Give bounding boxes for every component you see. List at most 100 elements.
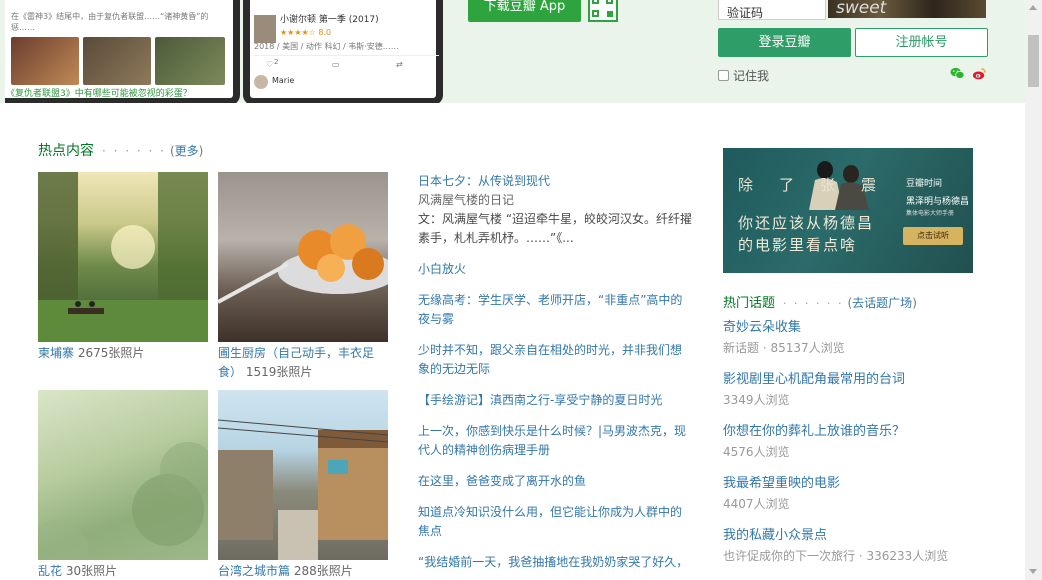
ad-headline-chars: 除了张震 <box>738 176 903 194</box>
show-title: 小谢尔顿 第一季 (2017) <box>280 15 379 25</box>
article-item: 小白放火 <box>418 260 693 279</box>
album-caption: 柬埔寨 2675张照片 <box>38 344 208 363</box>
download-app-button[interactable]: 下载豆瓣 App <box>468 0 581 22</box>
page-scrollbar[interactable] <box>1025 0 1042 580</box>
article-excerpt: 文：风满屋气楼 “迢迢牵牛星，皎皎河汉女。纤纤擢素手，札札弄机杼。……”《... <box>418 212 693 245</box>
separator-dots: · · · · · · <box>783 297 844 310</box>
app-promo-banner: 在《雷神3》结尾中，由于复仇者联盟……“诸神黄昏”的惩…… 《复仇者联盟3》中有… <box>0 0 1025 103</box>
article-item: 上一次，你感到快乐是什么时候？|马男波杰克，现代人的精神创伤病理手册 <box>418 422 693 460</box>
like-count: 2 <box>274 58 279 66</box>
weibo-icon[interactable] <box>972 66 987 81</box>
topic-meta: 3349人浏览 <box>723 393 790 407</box>
topics-square-link[interactable]: 去话题广场 <box>852 294 912 311</box>
comment-icon: ▭ <box>332 60 340 69</box>
paren-close: ) <box>912 296 917 310</box>
album-photo[interactable] <box>218 390 388 560</box>
album-name[interactable]: 柬埔寨 <box>38 346 74 360</box>
phone-mockup-right: 小谢尔顿 第一季 (2017) ★★★★☆ 8.0 2018 / 美国 / 动作… <box>243 0 443 103</box>
login-button[interactable]: 登录豆瓣 <box>718 28 851 57</box>
article-title[interactable]: 在这里，爸爸变成了离开水的鱼 <box>418 472 693 491</box>
album-caption: 圃生厨房（自己动手，丰衣足食） 1519张照片 <box>218 344 388 382</box>
ad-desc-1: 黑泽明与杨德昌 <box>906 197 970 207</box>
like-icon: ♡ <box>266 60 274 69</box>
article-item: 少时并不知，跟父亲自在相处的时光，并非我们想象的无边无际 <box>418 341 693 379</box>
album-name[interactable]: 台湾之城市篇 <box>218 564 290 578</box>
ad-desc-2: 集体电影大师手册 <box>906 210 955 217</box>
article-title[interactable]: 小白放火 <box>418 260 693 279</box>
topic-item: 影视剧里心机配角最常用的台词 3349人浏览 <box>723 370 983 422</box>
article-title[interactable]: 少时并不知，跟父亲自在相处的时光，并非我们想象的无边无际 <box>418 341 693 379</box>
topic-item: 奇妙云朵收集 新话题 · 85137人浏览 <box>723 318 983 370</box>
phone-post-text: 在《雷神3》结尾中，由于复仇者联盟……“诸神黄昏”的惩…… <box>11 12 209 32</box>
ad-brand: 豆瓣时间 <box>906 179 943 189</box>
captcha-image[interactable]: sweet <box>828 0 986 18</box>
hot-topics-header: 热门话题 · · · · · · ( 去话题广场 ) <box>723 292 917 311</box>
douban-time-ad[interactable]: 除了张震 你还应该从杨德昌 的电影里看点啥 豆瓣时间 黑泽明与杨德昌 集体电影大… <box>723 148 973 273</box>
topic-meta: 4576人浏览 <box>723 445 790 459</box>
article-title[interactable]: 知道点冷知识没什么用，但它能让你成为人群中的焦点 <box>418 503 693 541</box>
topic-item: 我的私藏小众景点 也许促成你的下一次旅行 · 336233人浏览 <box>723 526 983 578</box>
remember-me[interactable]: 记住我 <box>718 67 769 84</box>
topic-title[interactable]: 你想在你的葬礼上放谁的音乐？ <box>723 422 983 442</box>
remember-label: 记住我 <box>733 69 770 83</box>
article-title[interactable]: 日本七夕：从传说到现代 <box>418 172 693 191</box>
hot-more-link[interactable]: 更多 <box>175 142 199 159</box>
topic-title[interactable]: 我的私藏小众景点 <box>723 526 983 546</box>
scrollbar-thumb[interactable] <box>1028 35 1039 87</box>
topic-title[interactable]: 奇妙云朵收集 <box>723 318 983 338</box>
phone-thumb-2 <box>83 37 151 85</box>
album-count: 1519张照片 <box>245 365 313 379</box>
article-title[interactable]: 【手绘游记】滇西南之行-享受宁静的夏日时光 <box>418 391 693 410</box>
article-author: 风满屋气楼的日记 <box>418 193 515 207</box>
topic-item: 你想在你的葬礼上放谁的音乐？ 4576人浏览 <box>723 422 983 474</box>
album-card[interactable]: 柬埔寨 2675张照片 <box>38 172 208 363</box>
hot-articles-list: 日本七夕：从传说到现代 风满屋气楼的日记 文：风满屋气楼 “迢迢牵牛星，皎皎河汉… <box>418 172 693 580</box>
album-photo[interactable] <box>38 172 208 342</box>
separator-dots: · · · · · · <box>102 144 166 158</box>
article-item: “我结婚前一天，我爸抽搐地在我奶奶家哭了好久， <box>418 553 693 572</box>
article-title[interactable]: 无缘高考：学生厌学、老师开店，“非重点”高中的夜与雾 <box>418 291 693 329</box>
album-count: 288张照片 <box>293 564 353 578</box>
scroll-down-arrow-icon[interactable] <box>1029 569 1037 574</box>
hot-content-title: 热点内容 <box>38 143 94 159</box>
album-card[interactable]: 台湾之城市篇 288张照片 <box>218 390 388 580</box>
ad-line-1: 你还应该从杨德昌 <box>738 214 875 232</box>
article-item: 无缘高考：学生厌学、老师开店，“非重点”高中的夜与雾 <box>418 291 693 329</box>
paren-close: ) <box>198 144 204 158</box>
show-poster <box>254 15 276 43</box>
show-meta: 2018 / 美国 / 动作 科幻 / 韦斯·安德…… <box>254 42 399 51</box>
article-item: 【手绘游记】滇西南之行-享受宁静的夏日时光 <box>418 391 693 410</box>
topic-title[interactable]: 我最希望重映的电影 <box>723 474 983 494</box>
phone-thumb-1 <box>11 37 79 85</box>
album-count: 30张照片 <box>65 564 118 578</box>
remember-checkbox[interactable] <box>718 70 729 81</box>
phone-thumb-3 <box>155 37 225 85</box>
captcha-input[interactable]: 验证码 <box>718 0 826 20</box>
album-photo[interactable] <box>218 172 388 342</box>
ad-cta-button[interactable]: 点击试听 <box>903 227 963 245</box>
qr-code-icon[interactable] <box>588 0 618 22</box>
hot-topics-title: 热门话题 <box>723 296 776 311</box>
scroll-up-arrow-icon[interactable] <box>1029 5 1037 10</box>
register-button[interactable]: 注册帐号 <box>855 28 988 57</box>
commenter-name: Marie <box>272 76 295 85</box>
hot-topics-list: 奇妙云朵收集 新话题 · 85137人浏览 影视剧里心机配角最常用的台词 334… <box>723 318 983 578</box>
ad-line-2: 的电影里看点啥 <box>738 236 858 254</box>
topic-meta: 也许促成你的下一次旅行 · 336233人浏览 <box>723 549 949 563</box>
article-title[interactable]: “我结婚前一天，我爸抽搐地在我奶奶家哭了好久， <box>418 553 693 572</box>
topic-meta: 4407人浏览 <box>723 497 790 511</box>
phone-caption: 《复仇者联盟3》中有哪些可能被忽视的彩蛋？ <box>6 89 192 99</box>
wechat-icon[interactable] <box>950 66 965 81</box>
hot-content-header: 热点内容 · · · · · · ( 更多 ) <box>38 140 203 160</box>
album-caption: 乱花 30张照片 <box>38 562 208 580</box>
article-title[interactable]: 上一次，你感到快乐是什么时候？|马男波杰克，现代人的精神创伤病理手册 <box>418 422 693 460</box>
album-card[interactable]: 乱花 30张照片 <box>38 390 208 580</box>
avatar <box>254 75 268 89</box>
topic-title[interactable]: 影视剧里心机配角最常用的台词 <box>723 370 983 390</box>
article-item: 知道点冷知识没什么用，但它能让你成为人群中的焦点 <box>418 503 693 541</box>
album-photo[interactable] <box>38 390 208 560</box>
topic-item: 我最希望重映的电影 4407人浏览 <box>723 474 983 526</box>
album-name[interactable]: 乱花 <box>38 564 62 578</box>
album-caption: 台湾之城市篇 288张照片 <box>218 562 388 580</box>
album-card[interactable]: 圃生厨房（自己动手，丰衣足食） 1519张照片 <box>218 172 388 382</box>
